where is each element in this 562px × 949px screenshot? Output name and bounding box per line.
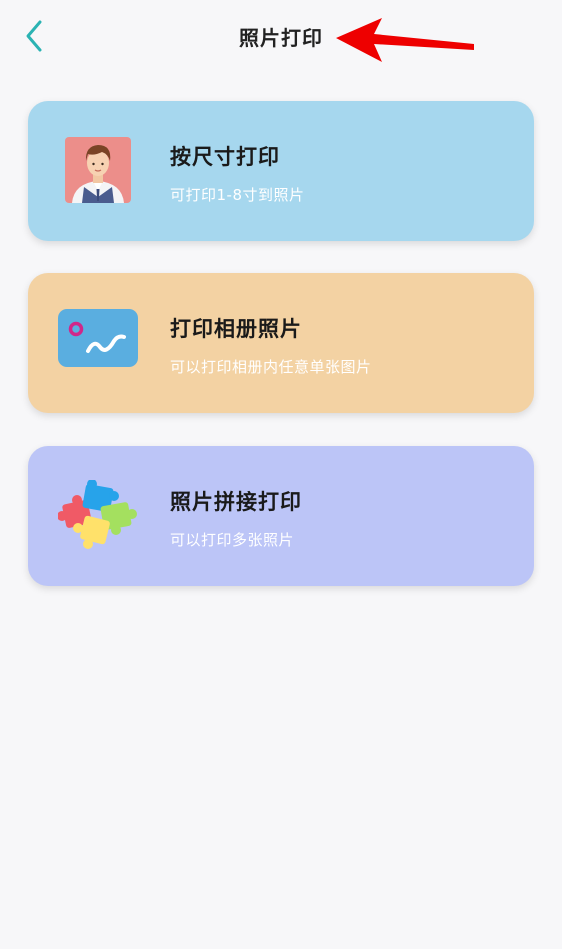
print-album-photo-card[interactable]: 打印相册照片 可以打印相册内任意单张图片 [28, 273, 534, 413]
card-subtitle: 可以打印多张照片 [170, 531, 295, 549]
red-arrow-annotation-icon [336, 18, 474, 62]
portrait-icon [58, 135, 138, 207]
top-bar: 照片打印 [0, 0, 562, 76]
print-by-size-card[interactable]: 按尺寸打印 可打印1-8寸到照片 [28, 101, 534, 241]
puzzle-icon [57, 479, 138, 552]
print-collage-card[interactable]: 照片拼接打印 可以打印多张照片 [28, 446, 534, 586]
card-subtitle: 可以打印相册内任意单张图片 [170, 358, 372, 376]
card-title: 照片拼接打印 [170, 490, 302, 514]
photo-album-icon [58, 307, 138, 379]
card-title: 打印相册照片 [170, 317, 302, 341]
card-subtitle: 可打印1-8寸到照片 [170, 186, 305, 204]
card-title: 按尺寸打印 [170, 145, 280, 169]
